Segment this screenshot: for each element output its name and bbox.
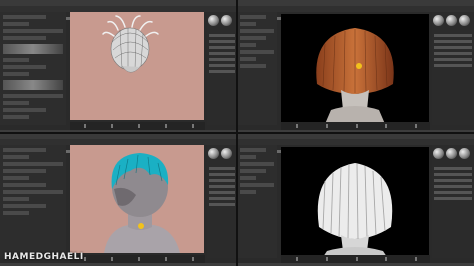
divider [236, 0, 238, 266]
white-bob-hair-render-icon [317, 163, 393, 257]
left-panel [237, 145, 277, 258]
viewport[interactable] [70, 145, 204, 253]
timeline[interactable] [70, 122, 205, 130]
material-sphere-icon[interactable] [433, 148, 444, 159]
viewport[interactable] [281, 14, 429, 124]
app-window-top-right [237, 0, 474, 133]
material-sphere-icon[interactable] [433, 15, 444, 26]
teal-undercut-hair-render-icon [104, 153, 180, 253]
material-sphere-icon[interactable] [221, 148, 232, 159]
left-panel [0, 145, 66, 258]
timeline[interactable] [281, 255, 430, 263]
gradient-swatch[interactable] [3, 44, 63, 54]
orange-bob-hair-render-icon [316, 28, 394, 124]
watermark-text: HAMEDGHAELI [4, 252, 84, 262]
app-window-bottom-right [237, 133, 474, 266]
timeline[interactable] [70, 255, 205, 263]
material-sphere-icon[interactable] [459, 148, 470, 159]
material-panel [207, 145, 237, 258]
material-sphere-icon[interactable] [459, 15, 470, 26]
left-panel [0, 12, 66, 125]
timeline[interactable] [281, 122, 430, 130]
material-panel [432, 12, 474, 125]
left-panel [237, 12, 277, 125]
gradient-swatch[interactable] [3, 80, 63, 90]
pivot-marker[interactable] [356, 63, 362, 69]
material-sphere-icon[interactable] [208, 148, 219, 159]
app-window-top-left [0, 0, 237, 133]
material-sphere-icon[interactable] [208, 15, 219, 26]
pivot-marker[interactable] [138, 223, 144, 229]
viewport[interactable] [70, 12, 204, 120]
viewport[interactable] [281, 147, 429, 257]
material-panel [432, 145, 474, 258]
material-sphere-icon[interactable] [221, 15, 232, 26]
wireframe-hair-head-icon [102, 15, 159, 73]
app-window-bottom-left: HAMEDGHAELI [0, 133, 237, 266]
material-sphere-icon[interactable] [446, 15, 457, 26]
material-sphere-icon[interactable] [446, 148, 457, 159]
material-panel [207, 12, 237, 125]
